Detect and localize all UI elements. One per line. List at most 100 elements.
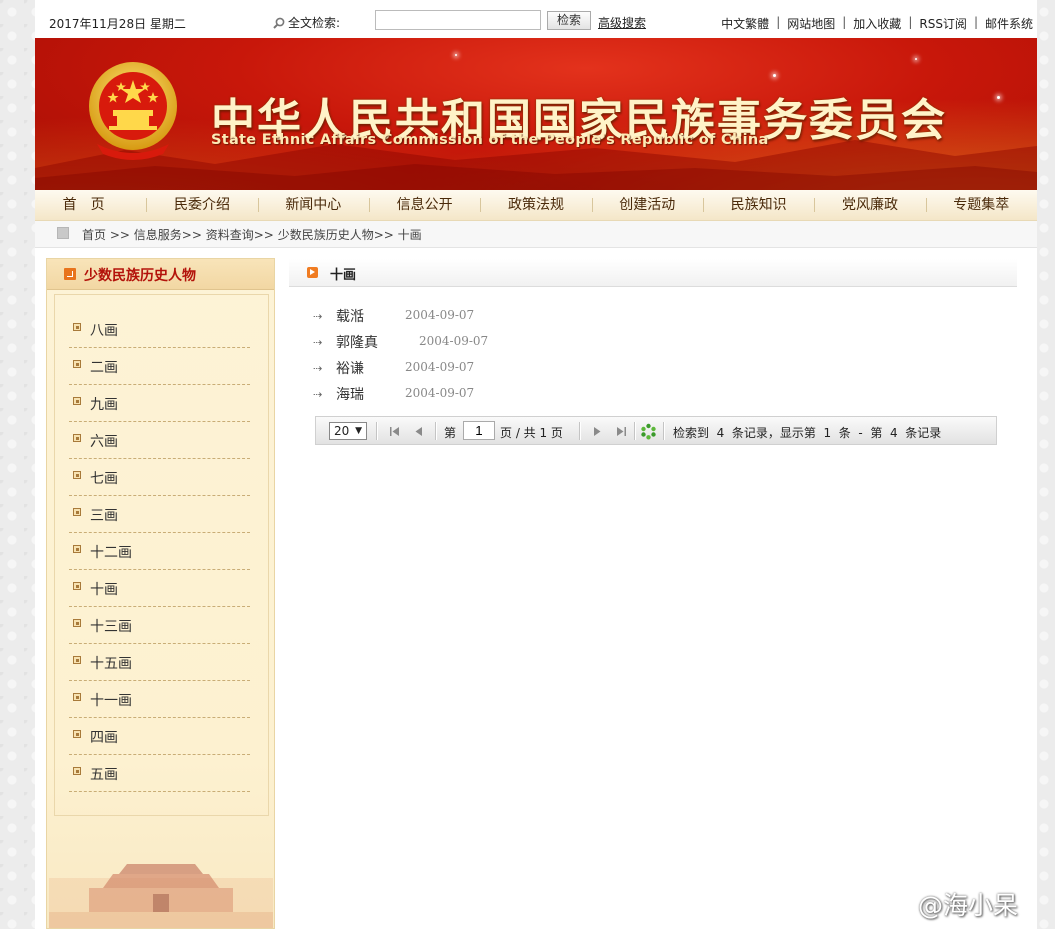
breadcrumb-separator: >>	[373, 228, 394, 242]
list-item-title[interactable]: 郭隆真	[336, 332, 378, 352]
breadcrumb-info-service[interactable]: 信息服务	[134, 228, 182, 242]
nav-item-activities[interactable]: 创建活动	[591, 190, 703, 220]
sidebar-item-label: 十五画	[90, 656, 132, 672]
list-item-date: 2004-09-07	[419, 334, 489, 348]
search-label-group: 全文检索:	[273, 14, 340, 31]
national-emblem-icon	[89, 62, 177, 160]
bullet-icon	[73, 730, 81, 738]
rss-link[interactable]: RSS订阅	[919, 15, 967, 32]
traditional-chinese-link[interactable]: 中文繁體	[721, 15, 769, 32]
content-header-icon	[307, 267, 318, 278]
sidebar-item[interactable]: 三画	[69, 496, 250, 533]
list-item[interactable]: ⇢ 郭隆真 2004-09-07	[313, 329, 613, 355]
breadcrumb: 首页 >> 信息服务>> 资料查询>> 少数民族历史人物>> 十画	[35, 221, 1037, 248]
page-suffix: 页 / 共 1 页	[500, 426, 563, 440]
bullet-icon	[73, 545, 81, 553]
list-item[interactable]: ⇢ 裕谦 2004-09-07	[313, 355, 613, 381]
page-prefix: 第	[444, 426, 457, 440]
sidebar-item[interactable]: 二画	[69, 348, 250, 385]
current-date: 2017年11月28日 星期二	[49, 17, 186, 31]
separator: |	[776, 15, 781, 29]
list-item[interactable]: ⇢ 载湉 2004-09-07	[313, 303, 613, 329]
advanced-search-link[interactable]: 高级搜索	[598, 14, 646, 31]
list-item[interactable]: ⇢ 海瑞 2004-09-07	[313, 381, 613, 407]
nav-item-integrity[interactable]: 党风廉政	[814, 190, 925, 220]
arrow-icon: ⇢	[313, 336, 323, 349]
sidebar-item-label: 七画	[90, 471, 118, 487]
search-button[interactable]: 检索	[547, 11, 591, 30]
sidebar-item[interactable]: 九画	[69, 385, 250, 422]
page-number-input[interactable]	[463, 421, 495, 440]
first-page-icon[interactable]	[389, 426, 401, 437]
refresh-icon[interactable]	[640, 423, 657, 440]
breadcrumb-separator: >>	[109, 228, 130, 242]
list-item-title[interactable]: 裕谦	[336, 358, 364, 378]
bullet-icon	[73, 508, 81, 516]
next-page-icon[interactable]	[591, 426, 603, 437]
arrow-icon: ⇢	[313, 388, 323, 401]
last-page-icon[interactable]	[615, 426, 627, 437]
sidebar-item-label: 十二画	[90, 545, 132, 561]
nav-item-news[interactable]: 新闻中心	[257, 190, 369, 220]
nav-item-home[interactable]: 首页	[35, 190, 146, 220]
sitemap-link[interactable]: 网站地图	[787, 15, 835, 32]
page-size-value: 20	[334, 424, 350, 438]
dropdown-arrow-icon: ▼	[355, 426, 362, 436]
breadcrumb-separator: >>	[181, 228, 202, 242]
list-item-title[interactable]: 海瑞	[336, 384, 364, 404]
page-size-select[interactable]: 20 ▼	[329, 422, 367, 440]
sidebar-item[interactable]: 十三画	[69, 607, 250, 644]
separator: |	[842, 15, 847, 29]
list-item-title[interactable]: 载湉	[336, 306, 364, 326]
sidebar-item[interactable]: 十一画	[69, 681, 250, 718]
sidebar-list: 八画 二画 九画 六画 七画 三画 十二画 十画 十三画 十五画 十一画 四画 …	[69, 311, 250, 792]
mail-system-link[interactable]: 邮件系统	[985, 15, 1033, 32]
divider	[376, 422, 378, 440]
bullet-icon	[73, 656, 81, 664]
nav-item-ethnic-knowledge[interactable]: 民族知识	[702, 190, 814, 220]
bullet-icon	[73, 434, 81, 442]
add-favorite-link[interactable]: 加入收藏	[853, 15, 901, 32]
breadcrumb-data-query[interactable]: 资料查询	[206, 228, 254, 242]
prev-page-icon[interactable]	[413, 426, 425, 437]
sidebar-item[interactable]: 十画	[69, 570, 250, 607]
sidebar-item[interactable]: 八画	[69, 311, 250, 348]
top-links: 中文繁體 | 网站地图 | 加入收藏 | RSS订阅 | 邮件系统	[721, 15, 1033, 32]
sidebar-item-label: 八画	[90, 323, 118, 339]
sidebar-item[interactable]: 七画	[69, 459, 250, 496]
sidebar-item-label: 九画	[90, 397, 118, 413]
bullet-icon	[73, 360, 81, 368]
breadcrumb-home[interactable]: 首页	[82, 228, 106, 242]
nav-item-topics[interactable]: 专题集萃	[925, 190, 1037, 220]
bullet-icon	[73, 471, 81, 479]
bullet-icon	[73, 767, 81, 775]
sidebar-item-label: 四画	[90, 730, 118, 746]
pagination-bar: 20 ▼ 第 页 / 共 1 页 检索到 4 条记	[315, 416, 997, 445]
nav-item-about[interactable]: 民委介绍	[146, 190, 257, 220]
top-bar: 2017年11月28日 星期二 全文检索: 检索 高级搜索 中文繁體 | 网站地…	[35, 8, 1037, 36]
sidebar-item-label: 五画	[90, 767, 118, 783]
search-input[interactable]	[375, 10, 541, 30]
sidebar-item[interactable]: 十二画	[69, 533, 250, 570]
sidebar-item[interactable]: 六画	[69, 422, 250, 459]
sidebar-item-label: 三画	[90, 508, 118, 524]
sidebar-item-label: 十一画	[90, 693, 132, 709]
home-icon	[57, 227, 69, 239]
figure-list: ⇢ 载湉 2004-09-07 ⇢ 郭隆真 2004-09-07 ⇢ 裕谦 20…	[313, 303, 613, 407]
nav-item-info-disclosure[interactable]: 信息公开	[368, 190, 480, 220]
sidebar: 少数民族历史人物 八画 二画 九画 六画 七画 三画 十二画 十画 十三画 十五…	[46, 258, 275, 929]
sidebar-item[interactable]: 五画	[69, 755, 250, 792]
bullet-icon	[73, 397, 81, 405]
sidebar-item[interactable]: 四画	[69, 718, 250, 755]
divider	[435, 422, 437, 440]
tiananmen-illustration	[49, 864, 273, 928]
nav-item-policies[interactable]: 政策法规	[480, 190, 591, 220]
sidebar-item-label: 十三画	[90, 619, 132, 635]
page: 2017年11月28日 星期二 全文检索: 检索 高级搜索 中文繁體 | 网站地…	[35, 0, 1037, 929]
content-title: 十画	[330, 268, 357, 283]
site-title-en: State Ethnic Affairs Commission of the P…	[211, 132, 769, 148]
list-item-date: 2004-09-07	[405, 360, 475, 374]
divider	[663, 422, 665, 440]
sidebar-item[interactable]: 十五画	[69, 644, 250, 681]
breadcrumb-historical-figures[interactable]: 少数民族历史人物	[278, 228, 374, 242]
